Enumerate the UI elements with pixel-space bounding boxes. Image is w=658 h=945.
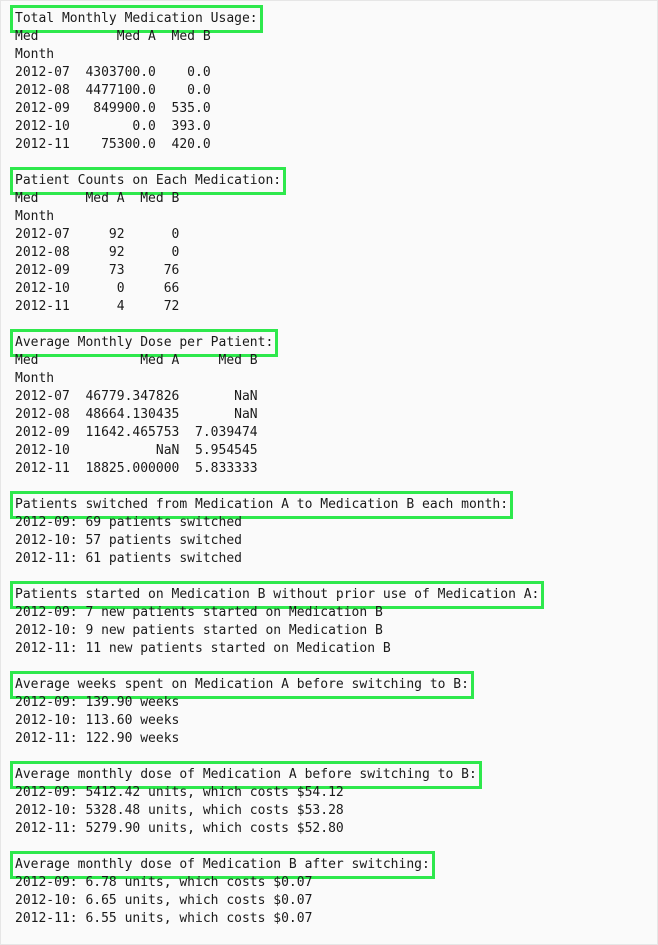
output-line: 2012-11 4 72 xyxy=(15,299,180,314)
output-line: Med Med A Med B xyxy=(15,191,180,206)
section-heading: Total Monthly Medication Usage: xyxy=(10,5,263,33)
section-heading-line: Average Monthly Dose per Patient: xyxy=(9,329,539,357)
section-heading-line: Total Monthly Medication Usage: xyxy=(10,5,539,33)
section-heading-line: Average monthly dose of Medication B aft… xyxy=(10,851,539,879)
output-line: 2012-10 0.0 393.0 xyxy=(15,119,211,134)
output-line: 2012-08 92 0 xyxy=(15,245,180,260)
output-line: Month xyxy=(15,47,55,62)
output-panel: Total Monthly Medication Usage: Med Med A… xyxy=(0,0,658,945)
output-line: 2012-09: 5412.42 units, which costs $54.… xyxy=(15,785,344,800)
output-line: 2012-11: 61 patients switched xyxy=(15,551,242,566)
output-line: 2012-07 46779.347826 NaN xyxy=(15,389,258,404)
section-heading: Average Monthly Dose per Patient: xyxy=(9,329,279,357)
output-line: 2012-10: 5328.48 units, which costs $53.… xyxy=(15,803,344,818)
output-line: 2012-09: 139.90 weeks xyxy=(15,695,180,710)
section-heading-line: Patient Counts on Each Medication: xyxy=(9,167,539,195)
section-heading-line: Patients started on Medication B without… xyxy=(9,581,545,609)
output-line: 2012-11 75300.0 420.0 xyxy=(15,137,211,152)
output-line: 2012-10: 9 new patients started on Medic… xyxy=(15,623,383,638)
output-section: Patients switched from Medication A to M… xyxy=(9,491,539,586)
output-line: 2012-10: 6.65 units, which costs $0.07 xyxy=(15,893,313,908)
output-line: 2012-11: 122.90 weeks xyxy=(15,731,180,746)
section-heading: Patients started on Medication B without… xyxy=(9,581,545,609)
section-heading: Average weeks spent on Medication A befo… xyxy=(10,671,474,699)
output-line: Month xyxy=(15,209,55,224)
output-line: 2012-10: 57 patients switched xyxy=(15,533,242,548)
output-section: Average monthly dose of Medication A bef… xyxy=(10,761,539,856)
console-output: Total Monthly Medication Usage: Med Med A… xyxy=(9,5,545,928)
output-section: Average weeks spent on Medication A befo… xyxy=(10,671,539,766)
output-line: 2012-11 18825.000000 5.833333 xyxy=(15,461,258,476)
output-section: Total Monthly Medication Usage: Med Med A… xyxy=(10,5,539,172)
output-line: 2012-10 0 66 xyxy=(15,281,180,296)
output-line: 2012-09: 6.78 units, which costs $0.07 xyxy=(15,875,313,890)
output-line: 2012-11: 6.55 units, which costs $0.07 xyxy=(15,911,313,926)
output-line: 2012-09: 69 patients switched xyxy=(15,515,242,530)
output-line: 2012-09: 7 new patients started on Medic… xyxy=(15,605,383,620)
output-line: 2012-07 4303700.0 0.0 xyxy=(15,65,211,80)
section-heading-line: Average monthly dose of Medication A bef… xyxy=(10,761,539,789)
section-heading-line: Patients switched from Medication A to M… xyxy=(9,491,539,519)
output-section: Patients started on Medication B without… xyxy=(9,581,545,676)
output-line: 2012-09 849900.0 535.0 xyxy=(15,101,211,116)
output-line: 2012-11: 11 new patients started on Medi… xyxy=(15,641,391,656)
section-heading-line: Average weeks spent on Medication A befo… xyxy=(10,671,539,699)
output-line: 2012-09 11642.465753 7.039474 xyxy=(15,425,258,440)
section-heading: Average monthly dose of Medication A bef… xyxy=(10,761,482,789)
output-line: Med Med A Med B xyxy=(15,353,258,368)
output-line: Med Med A Med B xyxy=(15,29,211,44)
output-line: 2012-09 73 76 xyxy=(15,263,180,278)
output-section: Average monthly dose of Medication B aft… xyxy=(10,851,539,928)
output-section: Patient Counts on Each Medication: Med Me… xyxy=(9,167,539,334)
output-line: 2012-11: 5279.90 units, which costs $52.… xyxy=(15,821,344,836)
output-line: 2012-08 4477100.0 0.0 xyxy=(15,83,211,98)
output-line: Month xyxy=(15,371,55,386)
section-heading: Average monthly dose of Medication B aft… xyxy=(10,851,435,879)
output-line: 2012-07 92 0 xyxy=(15,227,180,242)
output-line: 2012-08 48664.130435 NaN xyxy=(15,407,258,422)
output-line: 2012-10 NaN 5.954545 xyxy=(15,443,258,458)
output-line: 2012-10: 113.60 weeks xyxy=(15,713,180,728)
output-section: Average Monthly Dose per Patient: Med Med… xyxy=(9,329,539,496)
section-heading: Patient Counts on Each Medication: xyxy=(9,167,287,195)
section-heading: Patients switched from Medication A to M… xyxy=(9,491,514,519)
